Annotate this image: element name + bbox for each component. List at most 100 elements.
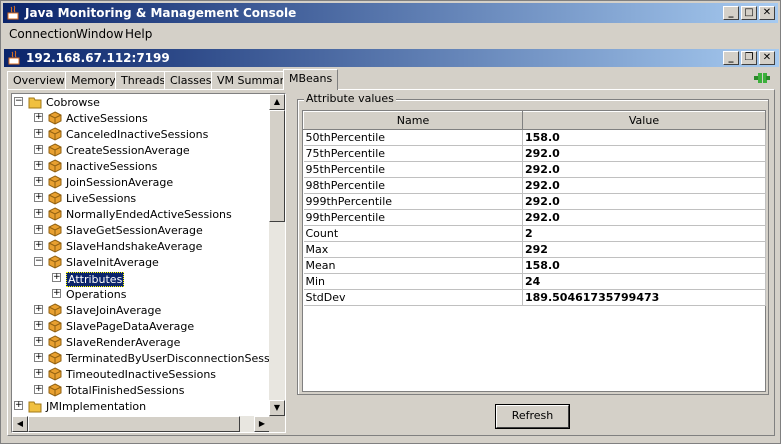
tree-node-cobrowse[interactable]: − Cobrowse (12, 94, 270, 110)
tab-classes[interactable]: Classes (164, 71, 218, 89)
attribute-value-cell[interactable]: 292.0 (522, 145, 766, 162)
mbean-tree[interactable]: − Cobrowse + ActiveSessions + CanceledInactiv… (11, 93, 286, 433)
expand-toggle-icon[interactable]: + (14, 401, 23, 410)
scroll-right-button[interactable]: ▶ (254, 416, 270, 432)
tree-node-mbean[interactable]: + TimeoutedInactiveSessions (12, 366, 270, 382)
tree-node-mbean[interactable]: + TerminatedByUserDisconnectionSessions (12, 350, 270, 366)
expand-toggle-icon[interactable]: + (34, 177, 43, 186)
attribute-row[interactable]: 75thPercentile 292.0 (303, 145, 766, 162)
tree-node-mbean[interactable]: + InactiveSessions (12, 158, 270, 174)
attribute-row[interactable]: 98thPercentile 292.0 (303, 177, 766, 194)
tab-threads[interactable]: Threads (115, 71, 172, 89)
expand-toggle-icon[interactable]: + (34, 161, 43, 170)
attribute-value-cell[interactable]: 292 (522, 241, 766, 258)
tree-horizontal-scrollbar[interactable]: ◀ ▶ (12, 416, 270, 432)
tab-memory[interactable]: Memory (65, 71, 122, 89)
tree-node-jmimplementation[interactable]: + JMImplementation (12, 398, 270, 414)
title-bar[interactable]: Java Monitoring & Management Console _ □… (3, 3, 778, 23)
expand-toggle-icon[interactable]: + (34, 337, 43, 346)
attribute-name-cell: Max (303, 241, 523, 258)
mbean-icon (48, 303, 62, 317)
tab-mbeans[interactable]: MBeans (283, 69, 339, 90)
expand-toggle-icon[interactable]: + (52, 289, 61, 298)
connection-title-bar[interactable]: 192.168.67.112:7199 _ ❐ ✕ (4, 49, 779, 67)
expand-toggle-icon[interactable]: + (34, 129, 43, 138)
expand-toggle-icon[interactable]: + (34, 145, 43, 154)
tree-node-operations[interactable]: + Operations (12, 286, 270, 302)
attribute-row[interactable]: Max 292 (303, 241, 766, 258)
minimize-button[interactable]: _ (723, 6, 739, 20)
tree-vertical-scrollbar[interactable]: ▲ ▼ (269, 94, 285, 416)
attribute-value-cell[interactable]: 2 (522, 225, 766, 242)
tree-node-attributes[interactable]: + Attributes (12, 270, 270, 287)
attribute-row[interactable]: 999thPercentile 292.0 (303, 193, 766, 210)
attribute-value-cell[interactable]: 158.0 (522, 257, 766, 274)
tree-node-mbean[interactable]: + TotalFinishedSessions (12, 382, 270, 398)
expand-toggle-icon[interactable]: + (34, 321, 43, 330)
attribute-value-cell[interactable]: 292.0 (522, 193, 766, 210)
attribute-row[interactable]: 95thPercentile 292.0 (303, 161, 766, 178)
expand-toggle-icon[interactable]: + (34, 225, 43, 234)
tree-node-label: Operations (66, 288, 127, 301)
attribute-value-cell[interactable]: 292.0 (522, 177, 766, 194)
attribute-value-cell[interactable]: 24 (522, 273, 766, 290)
expand-toggle-icon[interactable]: + (34, 113, 43, 122)
expand-toggle-icon[interactable]: + (34, 193, 43, 202)
scroll-thumb[interactable] (269, 110, 285, 222)
tree-node-mbean[interactable]: + SlaveGetSessionAverage (12, 222, 270, 238)
tree-node-mbean[interactable]: + SlavePageDataAverage (12, 318, 270, 334)
scroll-up-button[interactable]: ▲ (269, 94, 285, 110)
expand-toggle-icon[interactable]: + (34, 305, 43, 314)
attribute-value-cell[interactable]: 292.0 (522, 209, 766, 226)
attribute-value-cell[interactable]: 189.50461735799473 (522, 289, 766, 306)
tree-node-mbean[interactable]: + SlaveJoinAverage (12, 302, 270, 318)
expand-toggle-icon[interactable]: + (34, 369, 43, 378)
attribute-row[interactable]: 50thPercentile 158.0 (303, 129, 766, 146)
scroll-left-button[interactable]: ◀ (12, 416, 28, 432)
attribute-value-cell[interactable]: 292.0 (522, 161, 766, 178)
mbean-icon (48, 335, 62, 349)
refresh-button[interactable]: Refresh (496, 405, 569, 428)
connection-restore-button[interactable]: ❐ (741, 51, 757, 65)
expand-toggle-icon[interactable]: + (34, 241, 43, 250)
attribute-row[interactable]: Min 24 (303, 273, 766, 290)
maximize-button[interactable]: □ (741, 6, 757, 20)
mbean-icon (48, 351, 62, 365)
tree-node-mbean[interactable]: + NormallyEndedActiveSessions (12, 206, 270, 222)
hscroll-thumb[interactable] (28, 416, 240, 432)
expand-toggle-icon[interactable]: + (52, 273, 61, 282)
menu-help[interactable]: Help (125, 27, 152, 41)
tab-overview[interactable]: Overview (7, 71, 71, 89)
menu-connection[interactable]: Connection (9, 27, 77, 41)
scroll-down-button[interactable]: ▼ (269, 400, 285, 416)
tree-node-mbean[interactable]: + CanceledInactiveSessions (12, 126, 270, 142)
attribute-row[interactable]: Count 2 (303, 225, 766, 242)
tree-node-mbean[interactable]: + SlaveHandshakeAverage (12, 238, 270, 254)
expand-toggle-icon[interactable]: + (34, 353, 43, 362)
tree-node-mbean[interactable]: − SlaveInitAverage (12, 254, 270, 270)
expand-toggle-icon[interactable]: − (14, 97, 23, 106)
attribute-value-cell[interactable]: 158.0 (522, 129, 766, 146)
column-header-value[interactable]: Value (522, 111, 766, 130)
close-button[interactable]: ✕ (759, 6, 775, 20)
column-header-name[interactable]: Name (303, 111, 523, 130)
tree-node-label: SlaveGetSessionAverage (66, 224, 203, 237)
tree-node-mbean[interactable]: + ActiveSessions (12, 110, 270, 126)
expand-toggle-icon[interactable]: − (34, 257, 43, 266)
tree-node-mbean[interactable]: + LiveSessions (12, 190, 270, 206)
attribute-row[interactable]: Mean 158.0 (303, 257, 766, 274)
menu-window[interactable]: Window (76, 27, 123, 41)
connection-minimize-button[interactable]: _ (723, 51, 739, 65)
folder-icon (28, 401, 42, 413)
attribute-row[interactable]: 99thPercentile 292.0 (303, 209, 766, 226)
tree-node-mbean[interactable]: + CreateSessionAverage (12, 142, 270, 158)
attribute-table[interactable]: Name Value 50thPercentile 158.0 75thPercen… (302, 110, 766, 392)
window-title: Java Monitoring & Management Console (25, 6, 297, 20)
mbean-icon (48, 383, 62, 397)
expand-toggle-icon[interactable]: + (34, 209, 43, 218)
attribute-row[interactable]: StdDev 189.50461735799473 (303, 289, 766, 306)
tree-node-mbean[interactable]: + JoinSessionAverage (12, 174, 270, 190)
connection-close-button[interactable]: ✕ (759, 51, 775, 65)
expand-toggle-icon[interactable]: + (34, 385, 43, 394)
tree-node-mbean[interactable]: + SlaveRenderAverage (12, 334, 270, 350)
